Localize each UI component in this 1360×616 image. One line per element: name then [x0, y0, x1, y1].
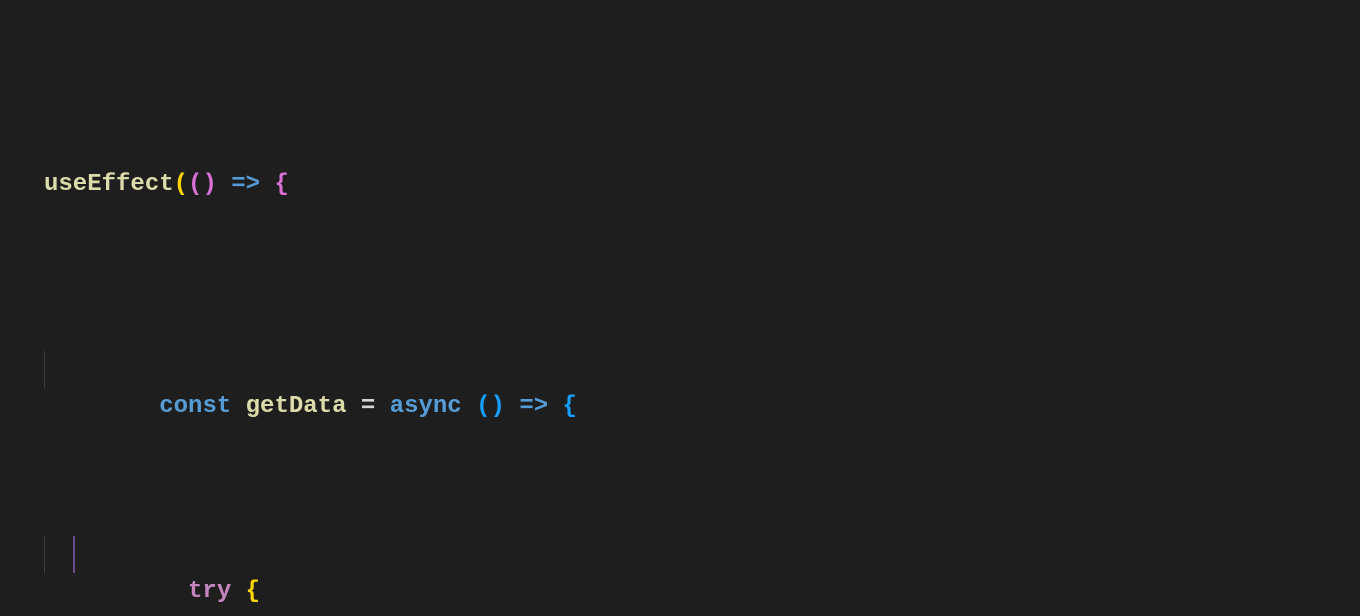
gutter [0, 0, 32, 616]
code-line[interactable]: try { [44, 536, 1211, 573]
fold-column [32, 0, 44, 616]
token-bracket: ( [174, 171, 188, 198]
token-keyword: try [188, 578, 231, 605]
code-line[interactable]: useEffect(() => { [44, 166, 1211, 203]
token-bracket: ) [202, 171, 216, 198]
token-bracket: { [563, 393, 577, 420]
token-bracket: ( [188, 171, 202, 198]
code-editor[interactable]: useEffect(() => { const getData = async … [0, 0, 1360, 616]
token-arrow: => [519, 393, 548, 420]
code-line[interactable]: const getData = async () => { [44, 351, 1211, 388]
token-bracket: ( [476, 393, 490, 420]
token-bracket: { [246, 578, 260, 605]
token-bracket: { [274, 171, 288, 198]
code-area[interactable]: useEffect(() => { const getData = async … [44, 0, 1211, 616]
token-function: useEffect [44, 171, 174, 198]
token-keyword: const [159, 393, 231, 420]
token-bracket: ) [491, 393, 505, 420]
token-arrow: => [231, 171, 260, 198]
token-function: getData [231, 393, 361, 420]
token-keyword: async [390, 393, 462, 420]
